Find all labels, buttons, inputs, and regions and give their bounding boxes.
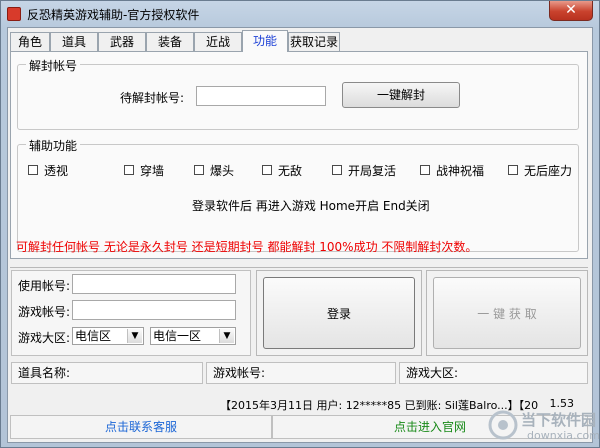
option-label: 爆头 — [210, 164, 235, 178]
functions-panel: 解封帐号 待解封帐号: 一键解封 辅助功能 透视 穿墙 爆头 无敌 开局复活 战… — [10, 51, 588, 259]
unseal-account-input[interactable] — [196, 86, 326, 106]
checkbox-invincible[interactable] — [262, 165, 272, 175]
unseal-button[interactable]: 一键解封 — [342, 82, 460, 108]
contact-support-link[interactable]: 点击联系客服 — [10, 415, 272, 439]
checkbox-respawn[interactable] — [332, 165, 342, 175]
server-select-value: 电信一区 — [153, 329, 202, 343]
assist-group: 辅助功能 透视 穿墙 爆头 无敌 开局复活 战神祝福 无后座力 登录软件后 再进… — [17, 137, 579, 252]
tab-records[interactable]: 获取记录 — [288, 32, 340, 51]
tab-role[interactable]: 角色 — [10, 32, 50, 51]
window-title: 反恐精英游戏辅助-官方授权软件 — [27, 8, 200, 22]
info-game-region-field: 游戏大区: — [399, 362, 588, 384]
checkbox-wallhack[interactable] — [124, 165, 134, 175]
server-select[interactable]: 电信一区 ▼ — [150, 327, 236, 345]
assist-legend: 辅助功能 — [26, 137, 81, 154]
option-label: 无后座力 — [524, 164, 573, 178]
option-label: 穿墙 — [140, 164, 165, 178]
region-label: 游戏大区: — [18, 331, 71, 345]
region-select-value: 电信区 — [75, 329, 112, 343]
region-select[interactable]: 电信区 ▼ — [72, 327, 144, 345]
fetch-button-frame: 一 键 获 取 — [426, 270, 588, 356]
game-account-input[interactable] — [72, 300, 236, 320]
unseal-legend: 解封帐号 — [26, 57, 81, 74]
fetch-button[interactable]: 一 键 获 取 — [433, 277, 581, 349]
tab-weapons[interactable]: 武器 — [98, 32, 146, 51]
unseal-group: 解封帐号 待解封帐号: 一键解封 — [17, 57, 579, 130]
tab-functions[interactable]: 功能 — [242, 30, 288, 52]
dropdown-arrow-icon: ▼ — [127, 329, 142, 343]
option-label: 开局复活 — [348, 164, 397, 178]
watermark-domain: downxia.com — [527, 429, 600, 442]
info-game-region-label: 游戏大区: — [406, 366, 459, 380]
login-button-frame: 登录 — [256, 270, 422, 356]
checkbox-blessing[interactable] — [420, 165, 430, 175]
tab-equipment[interactable]: 装备 — [146, 32, 194, 51]
app-icon — [7, 7, 21, 21]
watermark-logo: 当下软件园 downxia.com — [487, 405, 600, 445]
unseal-account-label: 待解封帐号: — [120, 91, 185, 105]
checkbox-xray[interactable] — [28, 165, 38, 175]
hotkey-hint: 登录软件后 再进入游戏 Home开启 End关闭 — [192, 199, 430, 213]
option-label: 战神祝福 — [436, 164, 485, 178]
login-button[interactable]: 登录 — [263, 277, 415, 349]
app-window: 反恐精英游戏辅助-官方授权软件 ✕ 角色 道具 武器 装备 近战 功能 获取记录… — [0, 0, 600, 448]
close-button[interactable]: ✕ — [549, 1, 593, 21]
watermark-text: 当下软件园 — [521, 411, 597, 429]
login-form: 使用帐号: 游戏帐号: 游戏大区: 电信区 ▼ 电信一区 ▼ — [11, 270, 251, 356]
checkbox-no-recoil[interactable] — [508, 165, 518, 175]
tab-items[interactable]: 道具 — [50, 32, 98, 51]
checkbox-headshot[interactable] — [194, 165, 204, 175]
info-game-account-field: 游戏帐号: — [206, 362, 396, 384]
client-area: 角色 道具 武器 装备 近战 功能 获取记录 解封帐号 待解封帐号: 一键解封 … — [7, 27, 593, 443]
info-game-account-label: 游戏帐号: — [213, 366, 266, 380]
use-account-input[interactable] — [72, 274, 236, 294]
tab-melee[interactable]: 近战 — [194, 32, 242, 51]
title-bar[interactable]: 反恐精英游戏辅助-官方授权软件 ✕ — [1, 1, 599, 27]
game-account-label: 游戏帐号: — [18, 305, 71, 319]
item-name-field: 道具名称: — [11, 362, 203, 384]
option-label: 透视 — [44, 164, 69, 178]
notice-text: 可解封任何帐号 无论是永久封号 还是短期封号 都能解封 100%成功 不限制解封… — [16, 240, 478, 254]
use-account-label: 使用帐号: — [18, 279, 71, 293]
option-label: 无敌 — [278, 164, 303, 178]
dropdown-arrow-icon: ▼ — [219, 329, 234, 343]
item-name-label: 道具名称: — [18, 366, 71, 380]
